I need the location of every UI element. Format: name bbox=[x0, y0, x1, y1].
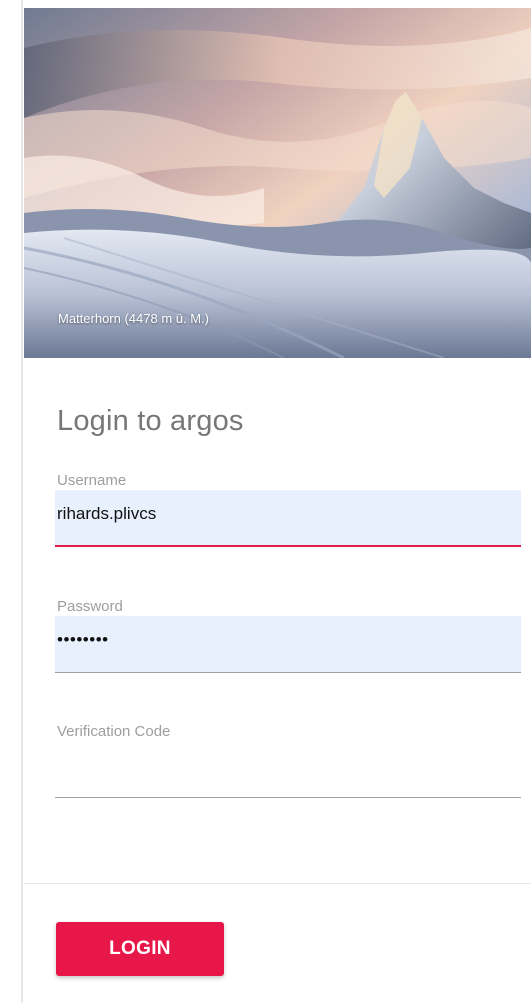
username-box bbox=[55, 490, 521, 547]
verification-code-input[interactable] bbox=[55, 755, 519, 775]
login-page: Matterhorn (4478 m ü. M.) Login to argos… bbox=[0, 0, 531, 1003]
matterhorn-photo bbox=[24, 8, 531, 358]
hero-image: Matterhorn (4478 m ü. M.) bbox=[24, 8, 531, 358]
verification-code-label: Verification Code bbox=[57, 723, 171, 740]
login-button[interactable]: LOGIN bbox=[56, 922, 224, 976]
username-input[interactable] bbox=[55, 504, 519, 524]
password-input[interactable] bbox=[55, 630, 519, 650]
form-divider bbox=[24, 883, 531, 884]
hero-caption: Matterhorn (4478 m ü. M.) bbox=[58, 311, 209, 326]
page-title: Login to argos bbox=[57, 405, 244, 437]
username-label: Username bbox=[57, 472, 127, 489]
left-border bbox=[21, 0, 23, 1003]
password-box bbox=[55, 616, 521, 673]
password-label: Password bbox=[57, 598, 123, 615]
login-card: Matterhorn (4478 m ü. M.) Login to argos… bbox=[24, 8, 531, 1003]
verification-code-box bbox=[55, 741, 521, 798]
